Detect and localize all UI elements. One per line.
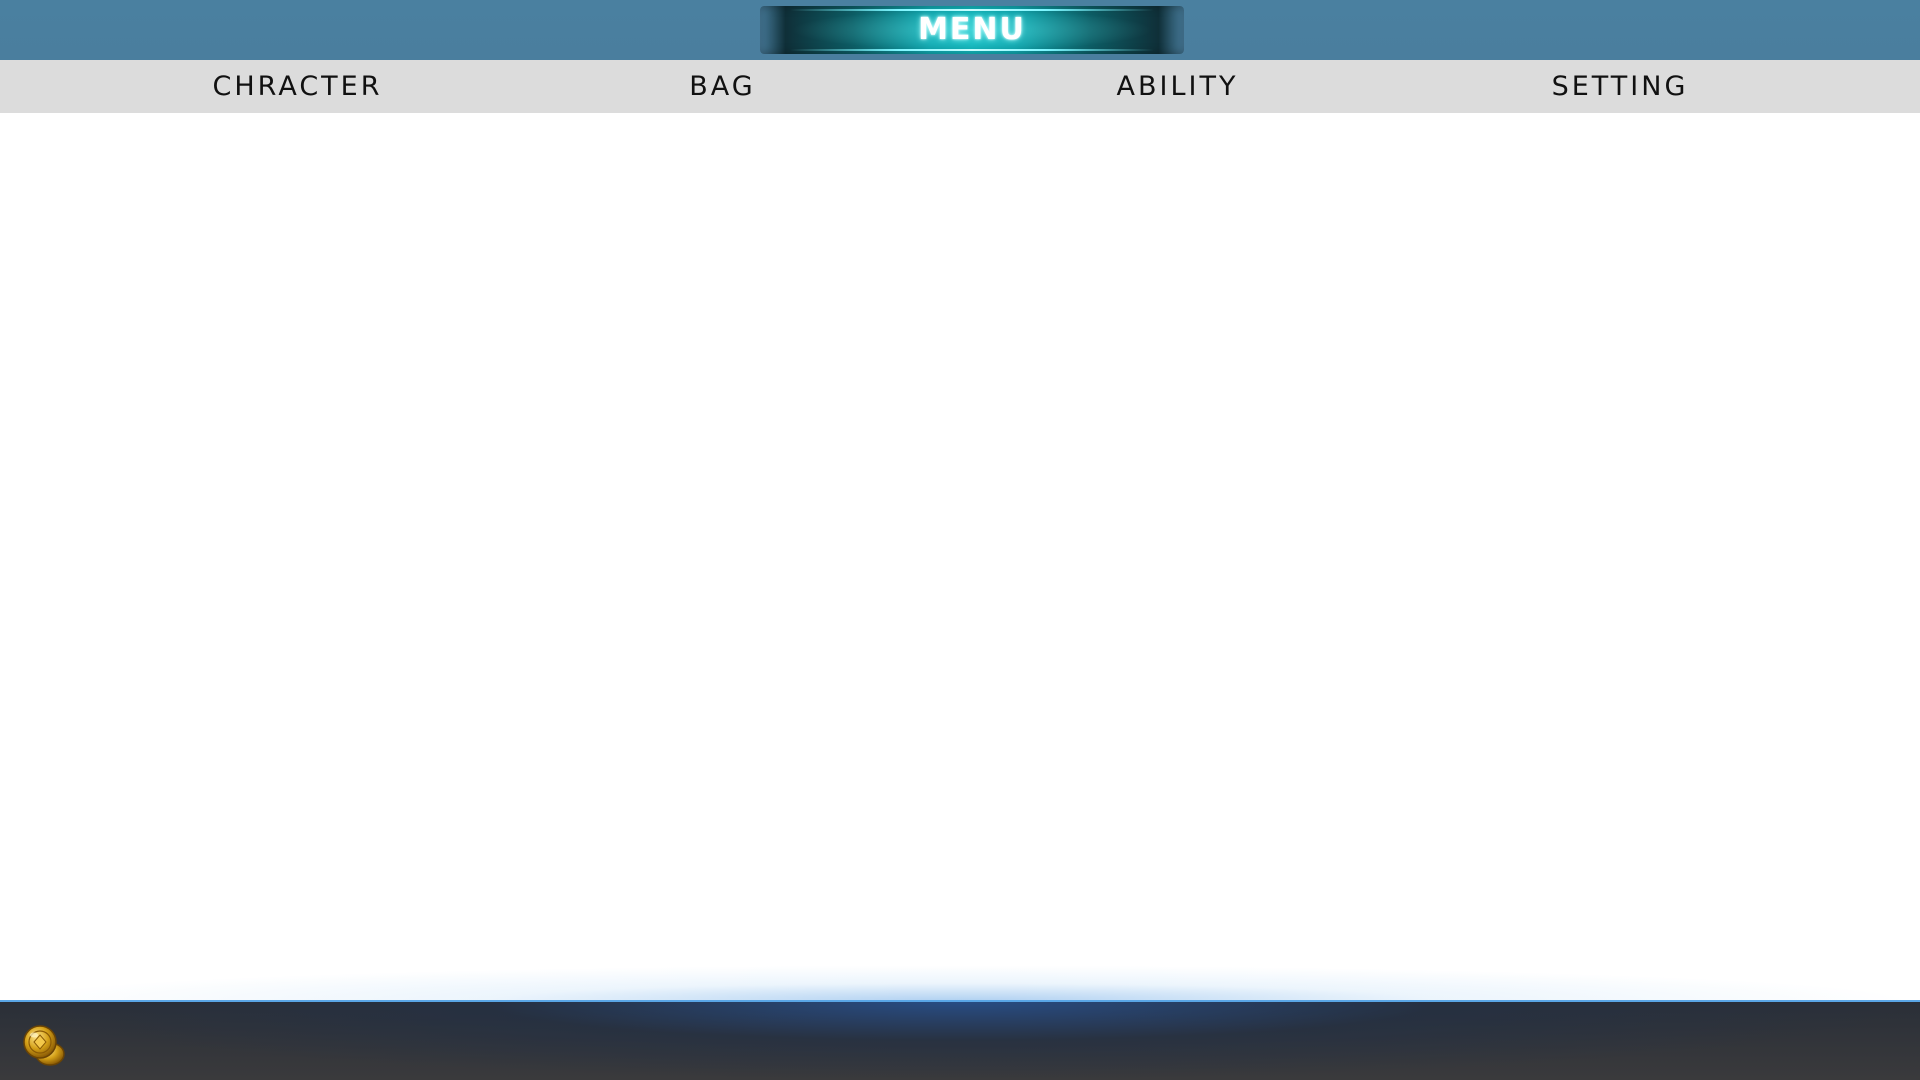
- tab-bar: CHRACTER BAG ABILITY SETTING: [0, 60, 1920, 113]
- bottom-bar: [0, 1000, 1920, 1080]
- game-menu-screen: MENU CHRACTER BAG ABILITY SETTING: [0, 0, 1920, 1080]
- tab-setting[interactable]: SETTING: [1480, 60, 1760, 113]
- bottom-glow: [0, 965, 1920, 1001]
- tab-character[interactable]: CHRACTER: [150, 60, 445, 113]
- gold-coin-stack-icon[interactable]: [20, 1020, 68, 1068]
- menu-title: MENU: [918, 12, 1026, 47]
- tab-ability[interactable]: ABILITY: [1040, 60, 1315, 113]
- content-panel: [0, 113, 1920, 1000]
- top-bar: MENU: [0, 0, 1920, 60]
- title-plate: MENU: [760, 6, 1184, 54]
- tab-bag[interactable]: BAG: [610, 60, 835, 113]
